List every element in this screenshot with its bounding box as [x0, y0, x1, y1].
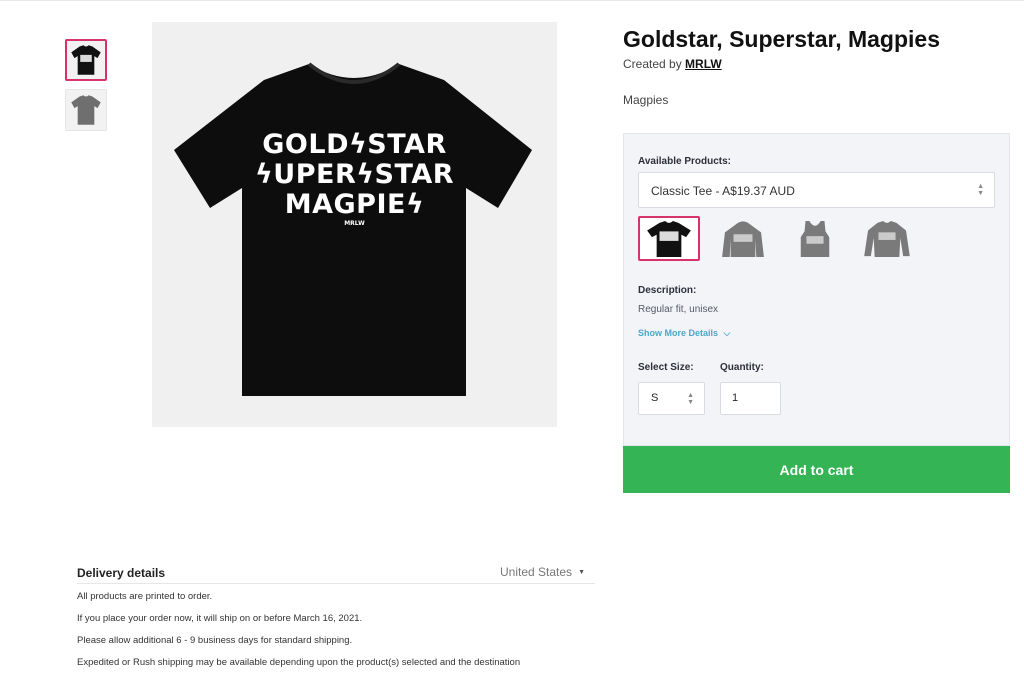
- top-divider: [0, 0, 1024, 1]
- tee-print-brand: MRLW: [344, 220, 365, 227]
- select-arrows-icon: ▲ ▼: [977, 183, 984, 197]
- hoodie-icon: [722, 220, 764, 257]
- tee-print-graphic: GOLDϟSTAR ϟUPERϟSTAR MAGPIEϟ: [152, 130, 557, 220]
- tee-print-line-2: ϟUPERϟSTAR: [254, 159, 455, 190]
- tank-top-icon: [800, 220, 830, 257]
- style-tank-top[interactable]: [784, 216, 846, 261]
- style-long-sleeve[interactable]: [856, 216, 918, 261]
- country-value: United States: [500, 565, 573, 579]
- thumbnail-gray-tee[interactable]: [65, 89, 107, 131]
- product-main-image: GOLDϟSTAR ϟUPERϟSTAR MAGPIEϟ MRLW: [152, 22, 557, 427]
- creator-link[interactable]: MRLW: [685, 57, 722, 71]
- tshirt-icon: [71, 45, 101, 75]
- description-text: Regular fit, unisex: [638, 304, 719, 315]
- tee-print-line-1: GOLDϟSTAR: [262, 129, 447, 160]
- created-by-prefix: Created by: [623, 57, 686, 71]
- delivery-line: Please allow additional 6 - 9 business d…: [77, 635, 353, 646]
- product-title: Goldstar, Superstar, Magpies: [623, 26, 940, 52]
- product-subtitle: Magpies: [623, 93, 669, 107]
- select-size-label: Select Size:: [638, 362, 694, 373]
- product-select-value: Classic Tee - A$19.37 AUD: [651, 184, 795, 198]
- select-arrows-icon: ▲ ▼: [687, 392, 694, 406]
- delivery-line: Expedited or Rush shipping may be availa…: [77, 657, 521, 668]
- long-sleeve-icon: [864, 220, 910, 257]
- quantity-value: 1: [732, 392, 739, 404]
- quantity-input[interactable]: 1: [720, 382, 781, 415]
- chevron-down-icon: ⌵: [723, 328, 731, 338]
- add-to-cart-button[interactable]: Add to cart: [623, 446, 1010, 493]
- created-by: Created by MRLW: [623, 57, 722, 71]
- tshirt-icon: [647, 220, 691, 257]
- country-dropdown[interactable]: United States ▼: [500, 565, 585, 579]
- product-select[interactable]: Classic Tee - A$19.37 AUD ▲ ▼: [638, 172, 995, 208]
- size-select[interactable]: S ▲ ▼: [638, 382, 705, 415]
- available-products-label: Available Products:: [638, 156, 731, 167]
- tshirt-icon: [71, 95, 101, 125]
- delivery-line: All products are printed to order.: [77, 591, 213, 602]
- show-more-label: Show More Details: [638, 328, 719, 338]
- delivery-details-title: Delivery details: [77, 566, 166, 580]
- description-label: Description:: [638, 285, 697, 296]
- caret-down-icon: ▼: [578, 569, 585, 577]
- delivery-line: If you place your order now, it will shi…: [77, 613, 363, 624]
- style-hoodie[interactable]: [712, 216, 774, 261]
- thumbnail-black-tee[interactable]: [65, 39, 107, 81]
- quantity-label: Quantity:: [720, 362, 764, 373]
- tee-print-line-3: MAGPIEϟ: [284, 189, 425, 220]
- style-classic-tee[interactable]: [638, 216, 700, 261]
- size-value: S: [651, 392, 659, 404]
- show-more-details-link[interactable]: Show More Details ⌵: [638, 328, 730, 339]
- delivery-details-header: Delivery details United States ▼: [77, 565, 595, 584]
- product-options-panel: Available Products: Classic Tee - A$19.3…: [623, 133, 1010, 446]
